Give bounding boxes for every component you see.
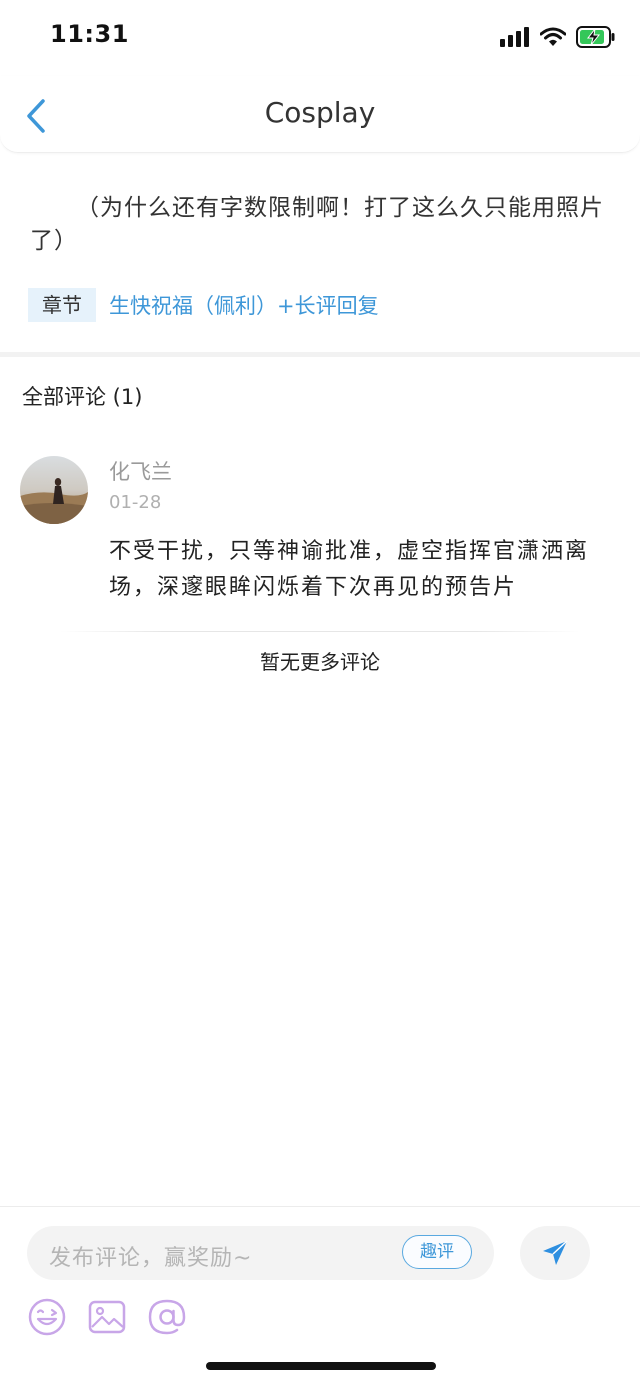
status-bar: 11:31 (0, 0, 640, 76)
home-indicator (206, 1362, 436, 1370)
comments-heading: 全部评论 (1) (22, 385, 143, 409)
emoji-icon[interactable] (27, 1297, 67, 1337)
post-text-content: （为什么还有字数限制啊！打了这么久只能用照片了） (30, 195, 604, 254)
comment-text: 不受干扰，只等神谕批准，虚空指挥官潇洒离场，深邃眼眸闪烁着下次再见的预告片 (109, 539, 590, 600)
fun-review-button[interactable]: 趣评 (402, 1235, 472, 1269)
post-text: （为什么还有字数限制啊！打了这么久只能用照片了） (30, 192, 610, 258)
status-time: 11:31 (50, 20, 129, 48)
list-divider (60, 631, 580, 632)
avatar[interactable] (20, 456, 88, 524)
wifi-icon (540, 27, 566, 46)
send-button[interactable] (520, 1226, 590, 1280)
comment-date: 01-28 (109, 492, 162, 513)
composer-tools (27, 1297, 187, 1337)
status-icons (500, 26, 616, 48)
comment-input-placeholder: 发布评论，赢奖励~ (49, 1246, 253, 1271)
signal-icon (500, 27, 529, 47)
chapter-tag: 章节 (28, 288, 96, 322)
image-icon[interactable] (87, 1297, 127, 1337)
comment-username[interactable]: 化飞兰 (109, 456, 172, 486)
no-more-comments: 暂无更多评论 (260, 650, 380, 674)
chapter-row: 章节 生快祝福（佩利）+长评回复 (28, 288, 379, 322)
nav-bar: Cosplay (0, 76, 640, 153)
send-icon (543, 1240, 568, 1265)
page-title: Cosplay (264, 96, 376, 129)
chapter-link[interactable]: 生快祝福（佩利）+长评回复 (109, 290, 379, 320)
at-icon[interactable] (147, 1297, 187, 1337)
section-divider (0, 352, 640, 357)
battery-charging-icon (576, 26, 615, 48)
comment-input[interactable]: 发布评论，赢奖励~ 趣评 (27, 1226, 494, 1280)
